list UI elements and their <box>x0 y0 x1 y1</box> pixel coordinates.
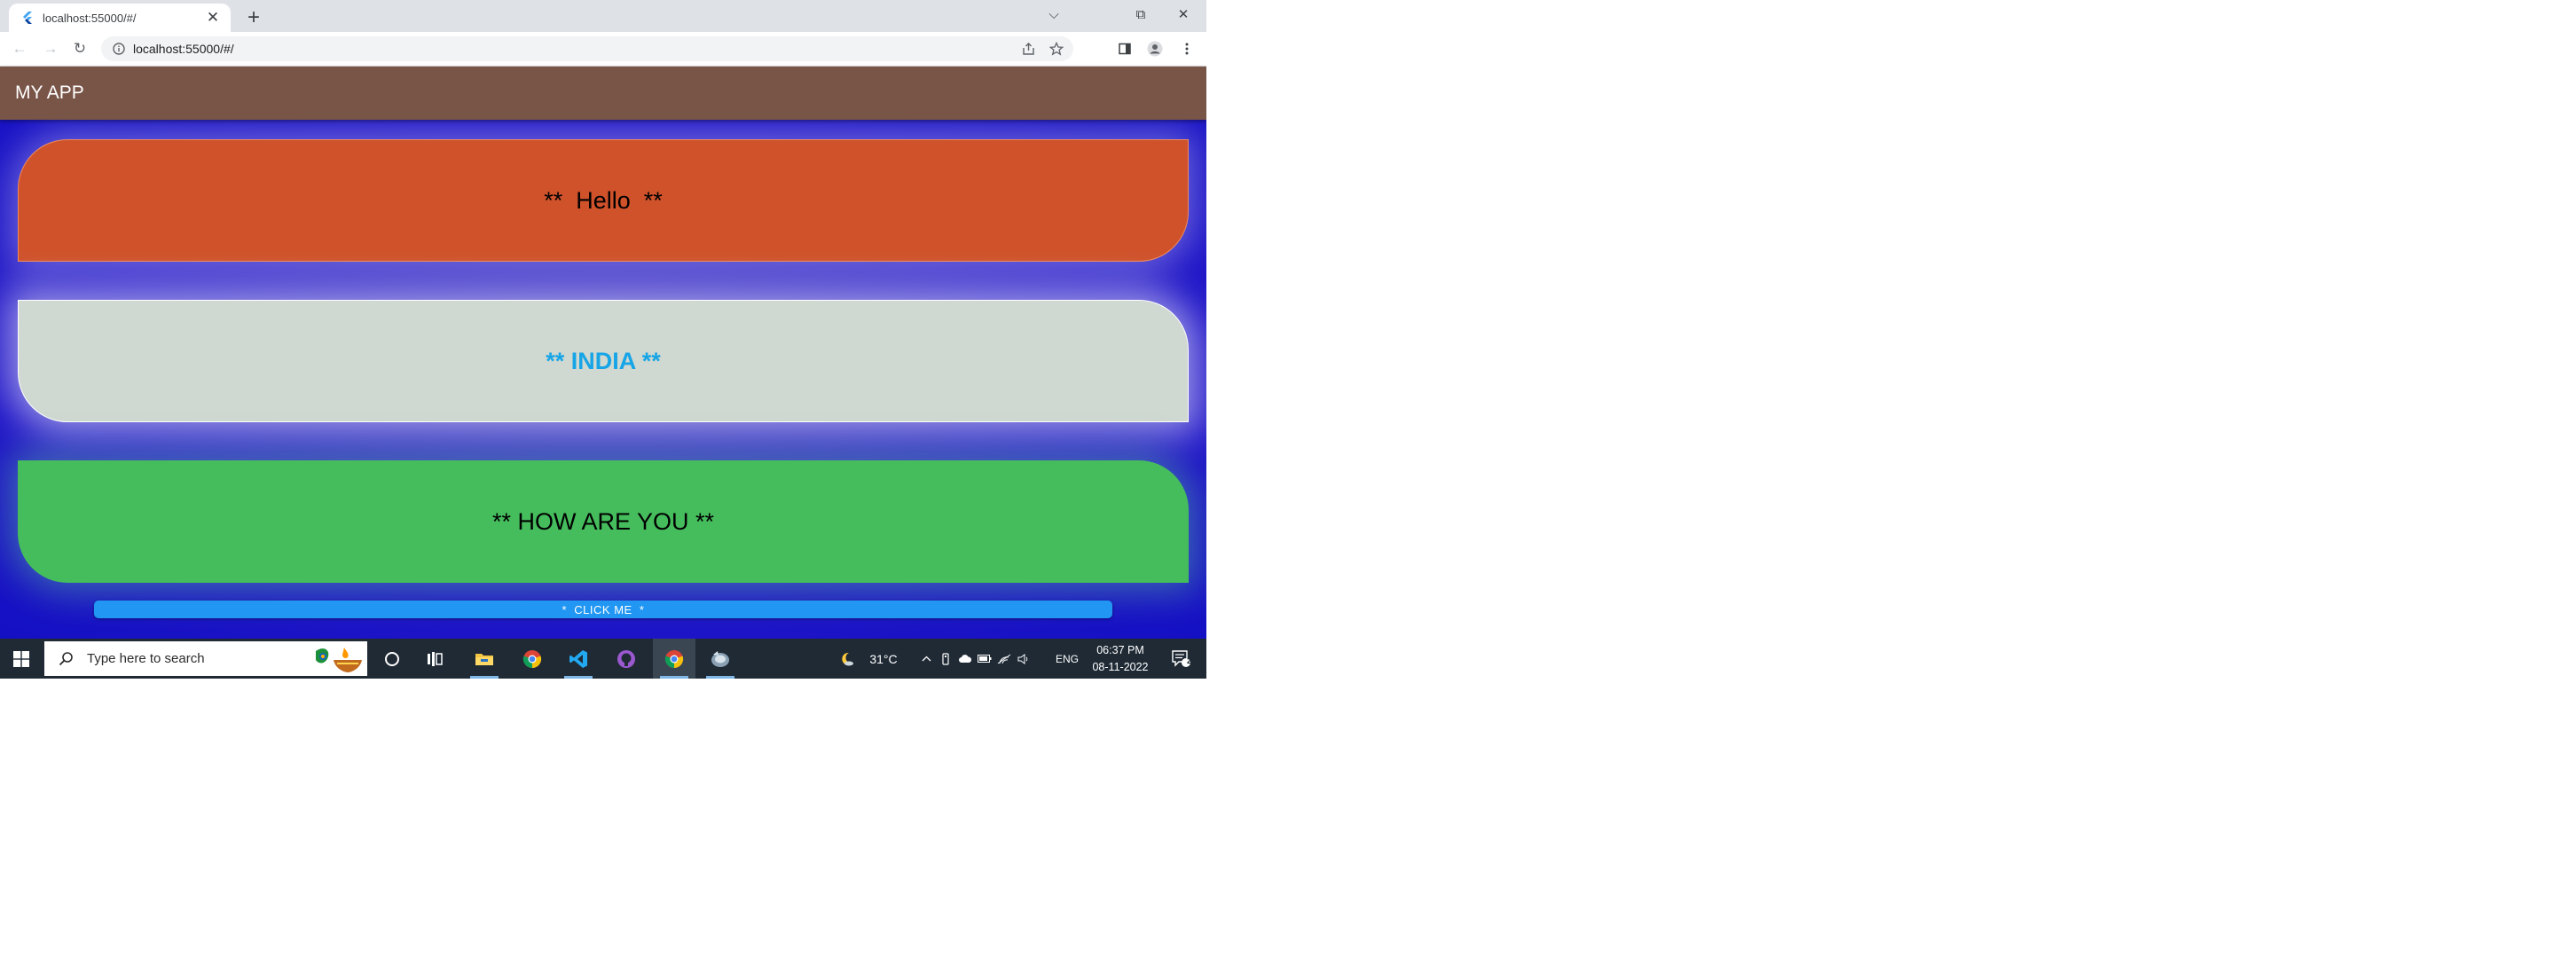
app-title: MY APP <box>15 82 84 103</box>
app-body: ** Hello ** ** INDIA ** ** HOW ARE YOU *… <box>0 120 1206 639</box>
chrome-icon[interactable] <box>511 639 554 679</box>
weather-temperature[interactable]: 31°C <box>862 639 905 679</box>
forward-button[interactable]: → <box>40 38 61 59</box>
hello-card: ** Hello ** <box>18 139 1189 262</box>
url-text[interactable]: localhost:55000/#/ <box>133 42 1017 56</box>
taskbar-search-box[interactable]: Type here to search <box>44 641 367 676</box>
notification-count-badge: 2 <box>1187 656 1192 665</box>
india-card: ** INDIA ** <box>18 300 1189 422</box>
profile-icon[interactable] <box>1144 38 1166 59</box>
file-explorer-running-indicator <box>470 676 499 679</box>
taskbar: Type here to search 31°C ENG 06:37 PM 08… <box>0 639 1206 679</box>
file-explorer-icon[interactable] <box>463 639 506 679</box>
chrome-running-indicator <box>660 676 688 679</box>
tab-title: localhost:55000/#/ <box>43 11 137 25</box>
battery-icon[interactable] <box>976 639 993 679</box>
windows-start-icon[interactable] <box>0 639 43 679</box>
github-icon[interactable] <box>605 639 648 679</box>
new-tab-button[interactable]: + <box>241 5 266 30</box>
app-icon[interactable] <box>699 639 742 679</box>
usb-device-icon[interactable] <box>937 639 954 679</box>
close-window-icon[interactable]: ✕ <box>1167 2 1199 27</box>
search-icon <box>57 650 75 668</box>
app-bar: MY APP <box>0 67 1206 120</box>
onedrive-cloud-icon[interactable] <box>956 639 974 679</box>
browser-tab[interactable]: localhost:55000/#/ ✕ <box>9 4 231 32</box>
restore-window-icon[interactable]: ⧉ <box>1125 2 1157 27</box>
how-are-you-card-label: ** HOW ARE YOU ** <box>491 507 715 535</box>
task-view-icon[interactable] <box>413 639 456 679</box>
tab-close-icon[interactable]: ✕ <box>204 9 222 27</box>
weather-moon-icon[interactable] <box>834 639 860 679</box>
clock[interactable]: 06:37 PM 08-11-2022 <box>1084 642 1157 676</box>
search-placeholder: Type here to search <box>87 651 205 666</box>
reload-button[interactable]: ↻ <box>69 38 90 59</box>
how-are-you-card: ** HOW ARE YOU ** <box>18 460 1189 583</box>
side-panel-icon[interactable] <box>1114 38 1135 59</box>
wifi-icon[interactable] <box>995 639 1013 679</box>
chevron-up-icon[interactable] <box>917 639 935 679</box>
menu-kebab-icon[interactable] <box>1176 38 1198 59</box>
flutter-favicon-icon <box>21 12 34 24</box>
diya-lamp-icon[interactable] <box>309 643 365 675</box>
app-running-indicator <box>706 676 734 679</box>
back-button[interactable]: ← <box>9 38 30 59</box>
address-bar[interactable]: localhost:55000/#/ <box>101 36 1073 61</box>
share-icon[interactable] <box>1017 37 1040 60</box>
vscode-running-indicator <box>564 676 593 679</box>
cortana-icon[interactable] <box>371 639 413 679</box>
chrome-active-icon[interactable] <box>653 639 695 679</box>
india-card-label: ** INDIA ** <box>546 347 661 374</box>
click-me-button[interactable]: * CLICK ME * <box>94 601 1112 618</box>
volume-icon[interactable] <box>1015 639 1034 679</box>
star-icon[interactable] <box>1045 37 1068 60</box>
vscode-icon[interactable] <box>557 639 600 679</box>
browser-tab-strip: localhost:55000/#/ ✕ + ⌵ ⧉ ✕ <box>0 0 1206 32</box>
info-icon[interactable] <box>112 42 126 56</box>
clock-date: 08-11-2022 <box>1092 661 1149 673</box>
clock-time: 06:37 PM <box>1096 644 1144 656</box>
click-me-button-label: * CLICK ME * <box>562 602 645 616</box>
language-indicator[interactable]: ENG <box>1052 639 1082 679</box>
notification-center-icon[interactable]: 2 <box>1162 639 1201 679</box>
screen: localhost:55000/#/ ✕ + ⌵ ⧉ ✕ ← → ↻ local… <box>0 0 1206 679</box>
browser-toolbar: ← → ↻ localhost:55000/#/ <box>0 32 1206 67</box>
hello-card-label: ** Hello ** <box>544 186 663 214</box>
tab-search-icon[interactable]: ⌵ <box>1038 2 1070 27</box>
